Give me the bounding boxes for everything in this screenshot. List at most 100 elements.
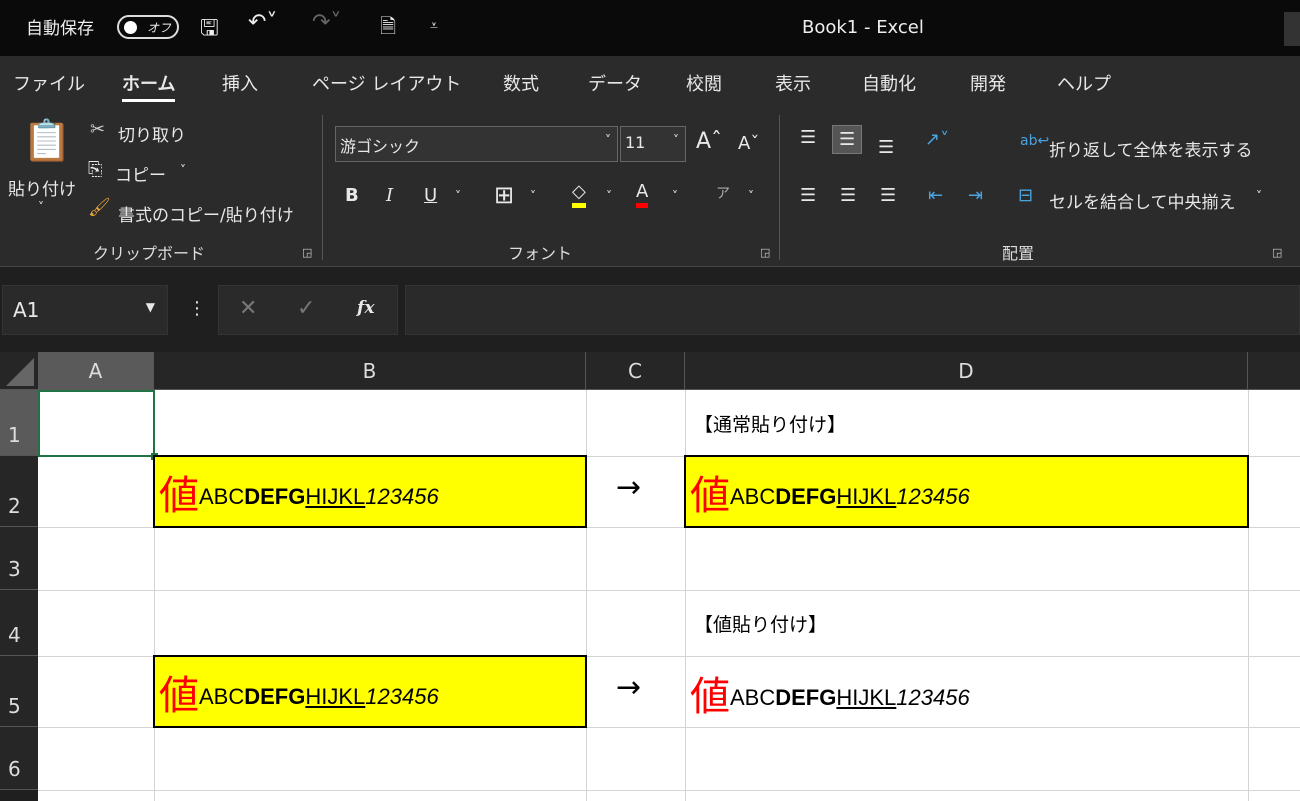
tab-page-layout[interactable]: ページ レイアウト xyxy=(312,70,461,96)
wrap-text-button[interactable]: 折り返して全体を表示する xyxy=(1049,136,1253,161)
cut-button[interactable]: 切り取り xyxy=(118,121,186,146)
column-header-b[interactable]: B xyxy=(154,352,586,390)
autosave-toggle[interactable]: オフ xyxy=(117,15,179,39)
phonetic-dropdown-icon[interactable]: ˅ xyxy=(748,189,754,203)
cell-d1[interactable]: 【通常貼り付け】 xyxy=(694,410,846,437)
cell-b5[interactable]: 値 ABC DEFG HIJKL 123456 xyxy=(153,655,587,728)
fill-color-dropdown-icon[interactable]: ˅ xyxy=(606,189,612,203)
tab-data[interactable]: データ xyxy=(588,70,642,96)
tab-insert[interactable]: 挿入 xyxy=(222,70,258,96)
font-name-select[interactable]: 游ゴシック ˅ xyxy=(335,126,618,162)
tab-review[interactable]: 校閲 xyxy=(686,70,722,96)
tab-view[interactable]: 表示 xyxy=(775,70,811,96)
wrap-text-icon: ab↩ xyxy=(1020,133,1050,149)
align-bottom-icon[interactable]: ☰ xyxy=(878,137,894,158)
alignment-launcher-icon[interactable]: ◲ xyxy=(1272,246,1282,259)
merge-dropdown-icon[interactable]: ˅ xyxy=(1256,189,1262,203)
divider xyxy=(779,115,780,260)
ribbon-tabs: ファイル ホーム 挿入 ページ レイアウト 数式 データ 校閲 表示 自動化 開… xyxy=(0,56,1300,106)
row-header-1[interactable]: 1 xyxy=(0,390,38,456)
merge-center-button[interactable]: セルを結合して中央揃え xyxy=(1049,188,1236,213)
tab-file[interactable]: ファイル xyxy=(13,70,85,96)
rich-bold: DEFG xyxy=(244,684,306,709)
paste-dropdown-icon[interactable]: ˅ xyxy=(38,200,44,214)
customize-qat-icon[interactable]: ⩡ xyxy=(430,18,438,34)
select-all-button[interactable] xyxy=(0,352,38,390)
row-header-6[interactable]: 6 xyxy=(0,727,38,790)
align-middle-icon[interactable]: ☰ xyxy=(832,125,863,154)
row-header-4[interactable]: 4 xyxy=(0,590,38,656)
cell-b2[interactable]: 値 ABC DEFG HIJKL 123456 xyxy=(153,455,587,528)
decrease-font-icon[interactable]: Aˇ xyxy=(738,133,759,154)
divider xyxy=(322,115,323,260)
rich-underline: HIJKL xyxy=(305,684,366,709)
align-center-icon[interactable]: ☰ xyxy=(840,185,856,206)
fill-color-icon[interactable]: ◇ xyxy=(572,181,586,208)
tab-automate[interactable]: 自動化 xyxy=(862,70,916,96)
tab-formulas[interactable]: 数式 xyxy=(503,70,539,96)
redo-icon[interactable]: ↷˅ xyxy=(312,10,341,35)
italic-button[interactable]: I xyxy=(386,185,393,206)
paste-button[interactable]: 貼り付け xyxy=(8,175,76,200)
align-right-icon[interactable]: ☰ xyxy=(880,185,896,206)
font-name-value: 游ゴシック xyxy=(340,137,421,156)
font-launcher-icon[interactable]: ◲ xyxy=(760,246,770,259)
column-header-d[interactable]: D xyxy=(685,352,1248,390)
formula-bar: A1 ▼ ⋮ ✕ ✓ fx xyxy=(0,270,1300,350)
row-header-3[interactable]: 3 xyxy=(0,527,38,590)
selected-cell-a1[interactable] xyxy=(38,390,158,460)
tab-developer[interactable]: 開発 xyxy=(970,70,1006,96)
format-painter-button[interactable]: 書式のコピー/貼り付け xyxy=(118,201,294,226)
rich-bold: DEFG xyxy=(775,685,837,710)
rich-italic: 123456 xyxy=(896,685,970,710)
name-box[interactable]: A1 ▼ xyxy=(2,285,168,335)
tab-help[interactable]: ヘルプ xyxy=(1057,70,1111,96)
paste-icon[interactable]: 📋 xyxy=(22,117,72,164)
undo-icon[interactable]: ↶˅ xyxy=(248,10,277,35)
underline-dropdown-icon[interactable]: ˅ xyxy=(455,189,461,203)
enter-icon[interactable]: ✓ xyxy=(297,296,315,321)
cell-d5[interactable]: 値 ABC DEFG HIJKL 123456 xyxy=(686,657,1248,727)
column-header-c[interactable]: C xyxy=(586,352,685,390)
copy-icon: ⎘ xyxy=(88,159,103,180)
font-color-dropdown-icon[interactable]: ˅ xyxy=(672,189,678,203)
borders-dropdown-icon[interactable]: ˅ xyxy=(530,189,536,203)
account-button[interactable] xyxy=(1284,12,1300,46)
merge-center-icon: ⊟ xyxy=(1018,185,1034,206)
cell-d4[interactable]: 【値貼り付け】 xyxy=(694,610,827,637)
row-header-2[interactable]: 2 xyxy=(0,456,38,527)
increase-font-icon[interactable]: Aˆ xyxy=(696,129,722,154)
print-preview-icon[interactable]: 🗎 xyxy=(380,12,396,46)
underline-button[interactable]: U xyxy=(424,185,437,206)
font-color-button[interactable]: A xyxy=(636,181,649,208)
font-group-label: フォント xyxy=(508,244,573,263)
sheet-grid[interactable]: 【通常貼り付け】 【値貼り付け】 → → 値 ABC DEFG HIJKL 123456… xyxy=(38,390,1300,801)
align-top-icon[interactable]: ☰ xyxy=(800,127,816,148)
cell-d2[interactable]: 値 ABC DEFG HIJKL 123456 xyxy=(684,455,1249,528)
copy-dropdown-icon[interactable]: ˅ xyxy=(180,163,186,177)
bold-button[interactable]: B xyxy=(345,185,359,206)
orientation-icon[interactable]: ↗˅ xyxy=(925,129,949,150)
autosave-state: オフ xyxy=(147,21,172,35)
cancel-icon[interactable]: ✕ xyxy=(239,296,257,321)
insert-function-button[interactable]: fx xyxy=(357,298,374,318)
more-icon[interactable]: ⋮ xyxy=(188,298,206,319)
cell-c2[interactable]: → xyxy=(616,470,641,505)
save-icon[interactable]: 🖫 xyxy=(200,11,219,49)
alignment-group-label: 配置 xyxy=(1002,244,1035,263)
column-header-a[interactable]: A xyxy=(38,352,154,390)
name-box-value: A1 xyxy=(13,298,40,322)
align-left-icon[interactable]: ☰ xyxy=(800,185,816,206)
copy-button[interactable]: コピー xyxy=(115,161,166,186)
decrease-indent-icon[interactable]: ⇤ xyxy=(928,185,943,206)
increase-indent-icon[interactable]: ⇥ xyxy=(968,185,983,206)
cell-c5[interactable]: → xyxy=(616,670,641,705)
tab-home[interactable]: ホーム xyxy=(122,70,176,102)
clipboard-launcher-icon[interactable]: ◲ xyxy=(302,246,312,259)
borders-icon[interactable]: ⊞ xyxy=(494,181,514,209)
rich-kanji: 値 xyxy=(690,474,730,518)
phonetic-icon[interactable]: ア xyxy=(716,183,730,203)
row-header-5[interactable]: 5 xyxy=(0,656,38,727)
font-size-select[interactable]: 11 ˅ xyxy=(620,126,686,162)
formula-input[interactable] xyxy=(405,285,1300,335)
